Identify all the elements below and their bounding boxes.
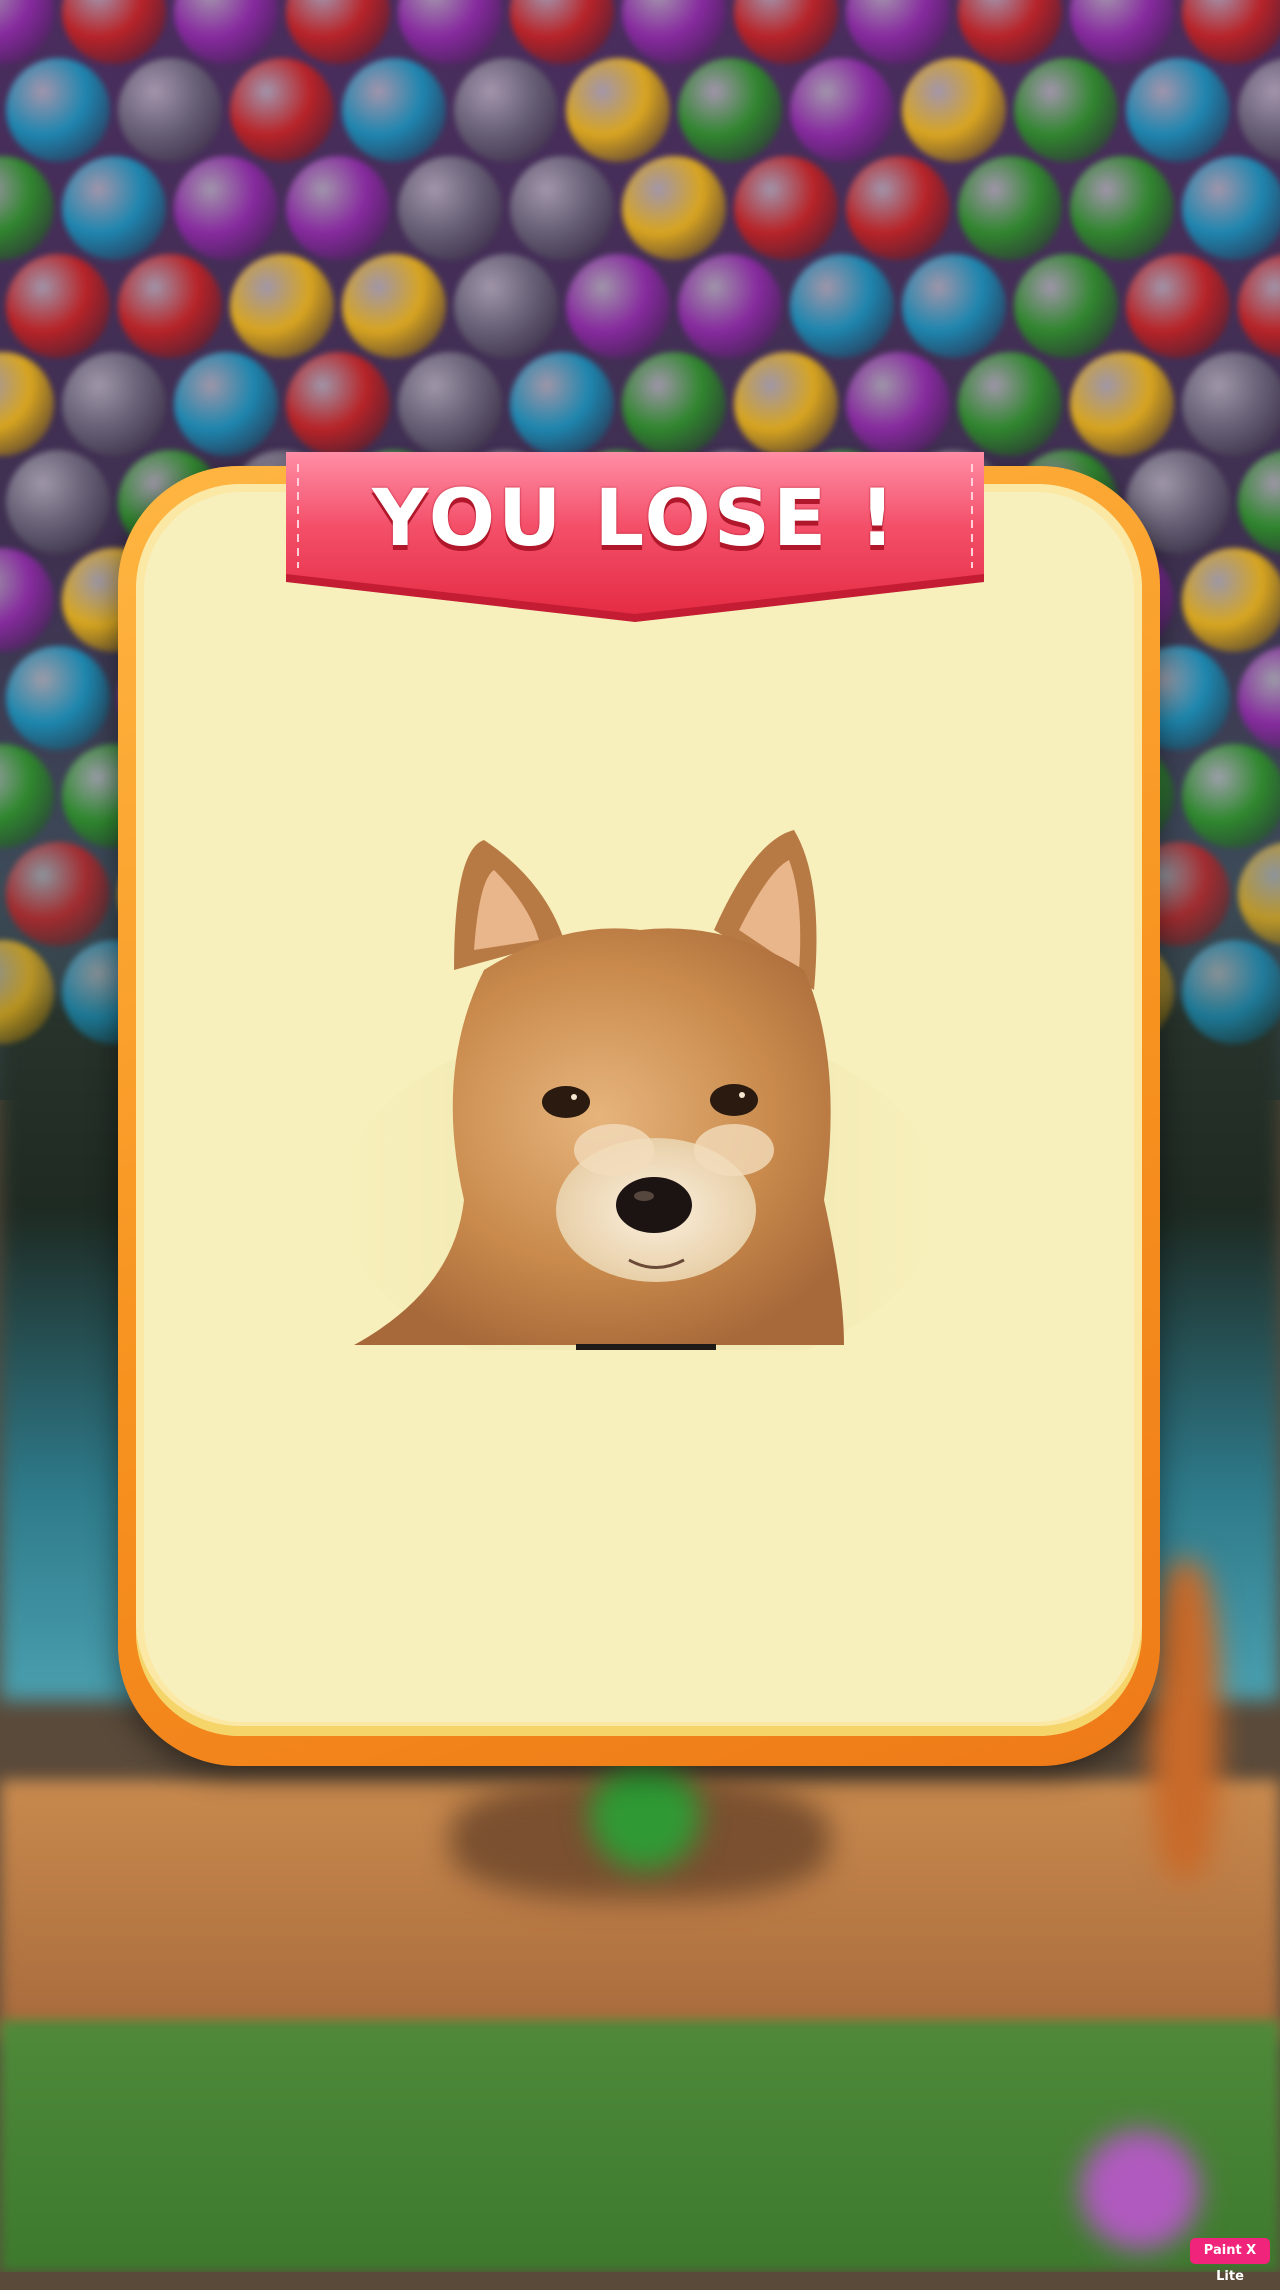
background-bubble bbox=[1126, 58, 1230, 162]
background-bubble bbox=[678, 254, 782, 358]
background-bubble bbox=[230, 58, 334, 162]
background-bubble bbox=[1126, 254, 1230, 358]
background-bubble bbox=[1182, 744, 1280, 848]
background-bubble bbox=[454, 254, 558, 358]
background-bubble bbox=[734, 352, 838, 456]
background-bubble bbox=[62, 352, 166, 456]
bottle-decoration bbox=[1150, 1560, 1220, 1880]
background-bubble bbox=[1182, 548, 1280, 652]
background-bubble bbox=[398, 156, 502, 260]
background-bubble bbox=[454, 58, 558, 162]
background-bubble bbox=[790, 254, 894, 358]
background-bubble bbox=[174, 156, 278, 260]
background-bubble bbox=[790, 58, 894, 162]
background-bubble bbox=[1182, 352, 1280, 456]
background-bubble bbox=[1182, 156, 1280, 260]
background-bubble bbox=[846, 352, 950, 456]
sad-dog-image bbox=[284, 820, 996, 1350]
background-bubble bbox=[622, 352, 726, 456]
paint-x-lite-watermark: Paint X Lite bbox=[1190, 2238, 1270, 2284]
background-bubble bbox=[286, 352, 390, 456]
background-bubble bbox=[566, 254, 670, 358]
background-bubble bbox=[622, 156, 726, 260]
title-ribbon: YOU LOSE ! bbox=[282, 450, 988, 626]
background-bubble bbox=[230, 254, 334, 358]
background-bubble bbox=[6, 58, 110, 162]
background-bubble bbox=[342, 254, 446, 358]
background-bubble bbox=[174, 352, 278, 456]
background-bubble bbox=[958, 156, 1062, 260]
background-bubble bbox=[6, 450, 110, 554]
background-bubble bbox=[6, 254, 110, 358]
background-bubble bbox=[958, 352, 1062, 456]
background-bubble bbox=[1014, 254, 1118, 358]
shiba-dog-illustration bbox=[340, 830, 940, 1350]
background-bubble bbox=[510, 352, 614, 456]
background-bubble bbox=[902, 254, 1006, 358]
background-bubble bbox=[510, 156, 614, 260]
next-bubble bbox=[590, 1760, 700, 1870]
background-bubble bbox=[1070, 156, 1174, 260]
background-bubble bbox=[62, 156, 166, 260]
background-bubble bbox=[6, 842, 110, 946]
background-bubble bbox=[566, 58, 670, 162]
background-bubble bbox=[118, 254, 222, 358]
background-bubble bbox=[846, 156, 950, 260]
background-bubble bbox=[286, 156, 390, 260]
dialog-title: YOU LOSE ! bbox=[372, 474, 898, 564]
background-bubble bbox=[6, 646, 110, 750]
background-bubble bbox=[734, 156, 838, 260]
background-bubble bbox=[342, 58, 446, 162]
background-bubble bbox=[1070, 352, 1174, 456]
grass-strip bbox=[0, 2020, 1280, 2272]
background-bubble bbox=[1182, 940, 1280, 1044]
background-bubble bbox=[398, 352, 502, 456]
bottom-right-bubble bbox=[1080, 2130, 1200, 2250]
background-bubble bbox=[678, 58, 782, 162]
background-bubble bbox=[1014, 58, 1118, 162]
background-bubble bbox=[902, 58, 1006, 162]
background-bubble bbox=[118, 58, 222, 162]
